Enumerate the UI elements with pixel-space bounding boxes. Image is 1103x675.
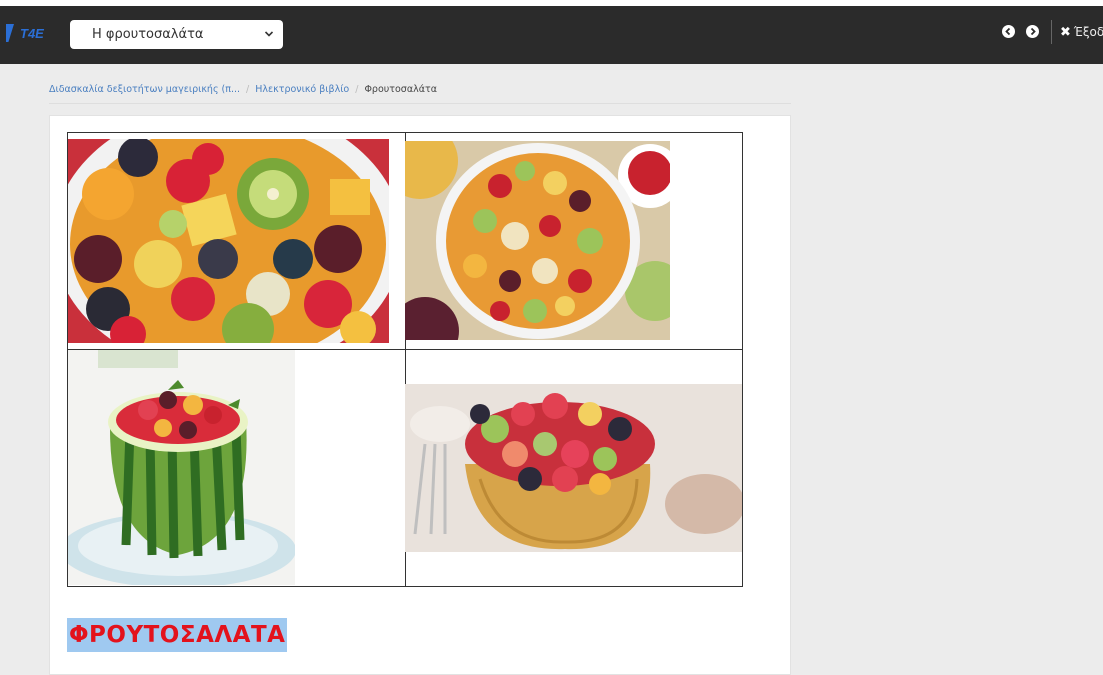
breadcrumb-separator: / <box>355 84 359 95</box>
breadcrumb: Διδασκαλία δεξιοτήτων μαγειρικής (π... / Η… <box>49 84 437 95</box>
logo-text: T4E <box>20 26 44 41</box>
melon-bowl-photo <box>405 384 742 552</box>
top-bar: T4E Η φρουτοσαλάτα ✖ Έξοδ <box>0 0 1103 64</box>
breadcrumb-separator: / <box>246 84 250 95</box>
toolbar-divider <box>1051 20 1052 44</box>
watermelon-bowl-photo <box>68 350 295 585</box>
breadcrumb-course-link[interactable]: Διδασκαλία δεξιοτήτων μαγειρικής (π... <box>49 84 240 95</box>
page-heading: ΦΡΟΥΤΟΣΑΛΑΤΑ <box>67 618 288 652</box>
chapter-select[interactable]: Η φρουτοσαλάτα <box>70 20 283 49</box>
arrow-left-icon <box>1005 27 1011 36</box>
previous-page-button[interactable] <box>1002 25 1015 38</box>
exit-label: Έξοδ <box>1073 25 1103 39</box>
chapter-select-value: Η φρουτοσαλάτα <box>92 27 204 42</box>
breadcrumb-ebook-link[interactable]: Ηλεκτρονικό βιβλίο <box>255 84 349 95</box>
top-strip <box>0 0 1103 6</box>
overhead-fruit-bowl-photo <box>405 141 670 340</box>
logo[interactable]: T4E <box>6 22 56 46</box>
close-icon: ✖ <box>1060 25 1071 40</box>
fruit-salad-bowl-photo <box>68 139 389 343</box>
breadcrumb-divider <box>49 103 791 104</box>
exit-button[interactable]: ✖ Έξοδ <box>1060 22 1103 42</box>
arrow-right-icon <box>1030 27 1036 36</box>
chevron-down-icon <box>265 31 273 37</box>
logo-mark <box>6 24 14 42</box>
breadcrumb-current: Φρουτοσαλάτα <box>364 84 437 95</box>
next-page-button[interactable] <box>1026 25 1039 38</box>
